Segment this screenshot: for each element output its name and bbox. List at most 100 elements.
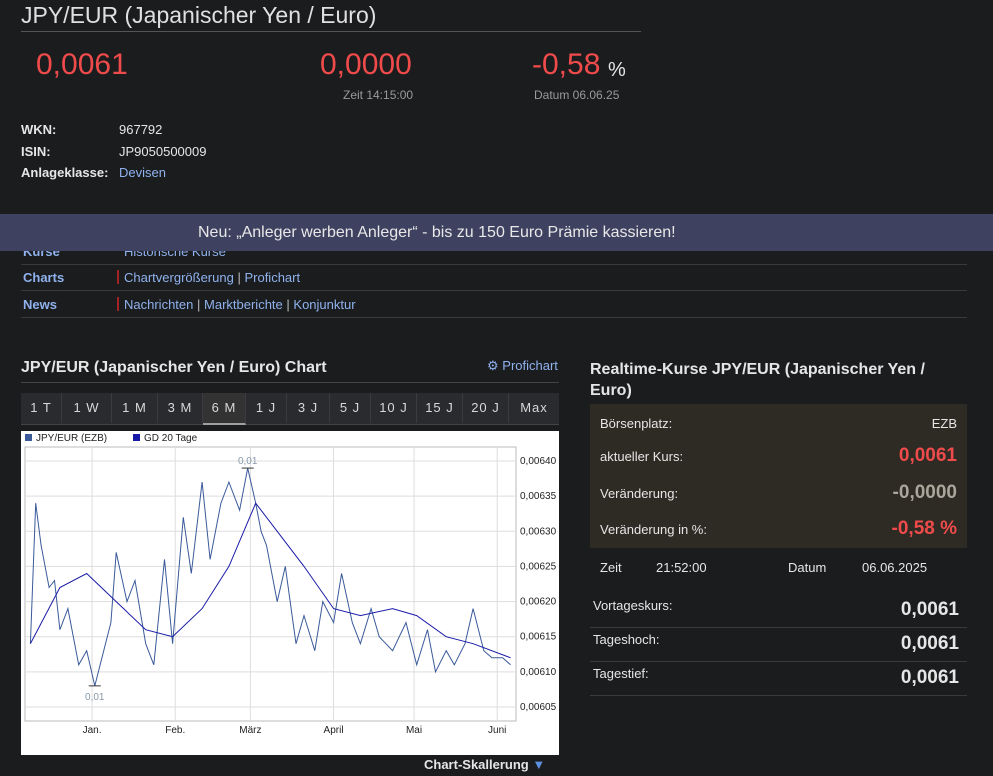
day-high-label: Tageshoch:: [593, 632, 660, 647]
plot-frame: [24, 446, 517, 722]
tab-1j[interactable]: 1 J: [246, 393, 287, 423]
time-label: Zeit 14:15:00: [343, 88, 414, 102]
realtime-row-price: aktueller Kurs: 0,0061: [600, 445, 957, 466]
chart-scaling-label: Chart-Skallerung: [424, 757, 529, 772]
tab-max[interactable]: Max: [509, 393, 559, 423]
chart-title-divider: [21, 382, 559, 383]
tab-20j[interactable]: 20 J: [463, 393, 509, 423]
y-tick-label: 0,00605: [520, 702, 557, 713]
y-tick-label: 0,00635: [520, 491, 557, 502]
y-tick-label: 0,00630: [520, 526, 557, 537]
realtime-panel: Börsenplatz: EZB aktueller Kurs: 0,0061 …: [590, 404, 967, 548]
title-divider: [21, 31, 641, 32]
y-tick-label: 0,00615: [520, 632, 557, 643]
prev-close-label: Vortageskurs:: [593, 598, 673, 613]
y-tick-label: 0,00625: [520, 561, 557, 572]
realtime-row-exchange: Börsenplatz: EZB: [600, 416, 957, 431]
page-title: JPY/EUR (Japanischer Yen / Euro): [21, 2, 377, 28]
y-tick-label: 0,00640: [520, 456, 557, 467]
zeit-label: Zeit: [600, 560, 622, 575]
nav-label-news[interactable]: News: [23, 297, 57, 312]
nav-marker: [117, 270, 119, 284]
day-low-row: Tagestief: 0,0061: [590, 661, 967, 696]
promo-banner[interactable]: Neu: „Anleger werben Anleger“ - bis zu 1…: [0, 214, 993, 251]
price-chart: 0,00605 0,00610 0,00615 0,00620 0,00625 0,006…: [24, 433, 557, 736]
date-label: Datum 06.06.25: [534, 88, 620, 102]
chart-scaling-toggle[interactable]: Chart-Skallerung ▼: [424, 757, 545, 772]
x-tick-label: Jan.: [83, 725, 102, 736]
tab-5j[interactable]: 5 J: [330, 393, 371, 423]
exchange-label: Börsenplatz:: [600, 416, 673, 431]
triangle-down-icon: ▼: [532, 757, 546, 772]
asset-class-link[interactable]: Devisen: [119, 165, 166, 180]
day-high-value: 0,0061: [900, 633, 959, 654]
nav-row-news: News Nachrichten | Marktberichte | Konju…: [21, 291, 967, 318]
wkn-value: 967792: [119, 122, 163, 137]
market-reports-link[interactable]: Marktberichte: [204, 297, 283, 312]
x-tick-label: Mai: [406, 725, 422, 736]
tab-15j[interactable]: 15 J: [417, 393, 463, 423]
realtime-row-change: Veränderung: -0,0000: [600, 482, 957, 503]
prev-close-row: Vortageskurs: 0,0061: [590, 593, 967, 628]
current-price-label: aktueller Kurs:: [600, 449, 684, 464]
tab-3m[interactable]: 3 M: [158, 393, 203, 423]
change-value-rt: -0,0000: [892, 482, 957, 503]
tab-3j[interactable]: 3 J: [287, 393, 330, 423]
change-pct-value-rt: -0,58 %: [891, 518, 957, 539]
exchange-value: EZB: [931, 416, 957, 431]
gear-icon: ⚙: [487, 358, 499, 373]
chart-title: JPY/EUR (Japanischer Yen / Euro) Chart: [21, 359, 327, 376]
timeframe-tabs: 1 T 1 W 1 M 3 M 6 M 1 J 3 J 5 J 10 J 15 …: [21, 393, 559, 425]
tab-1t[interactable]: 1 T: [21, 393, 62, 423]
separator: |: [286, 297, 290, 312]
tab-10j[interactable]: 10 J: [371, 393, 417, 423]
legend-label: JPY/EUR (EZB): [36, 433, 107, 444]
high-annotation: 0,01: [238, 456, 258, 467]
asset-class-label: Anlageklasse:: [21, 165, 109, 180]
datum-label: Datum: [788, 560, 827, 575]
x-tick-label: Juni: [488, 725, 506, 736]
change-value: 0,0000: [320, 48, 412, 81]
x-tick-label: April: [324, 725, 344, 736]
day-high-row: Tageshoch: 0,0061: [590, 627, 967, 662]
nav-label-charts[interactable]: Charts: [23, 270, 64, 285]
news-link[interactable]: Nachrichten: [124, 297, 193, 312]
price-value: 0,0061: [36, 48, 128, 81]
pct-sign: %: [608, 59, 626, 81]
nav-links-news: Nachrichten | Marktberichte | Konjunktur: [124, 297, 356, 312]
day-low-label: Tagestief:: [593, 666, 649, 681]
profichart-button-label: Profichart: [502, 358, 558, 373]
separator: |: [197, 297, 201, 312]
profichart-link[interactable]: Profichart: [244, 270, 300, 285]
separator: |: [237, 270, 241, 285]
datum-value: 06.06.2025: [862, 560, 928, 575]
nav-marker: [117, 297, 119, 311]
nav-links-charts: Chartvergrößerung | Profichart: [124, 270, 300, 285]
low-annotation: 0,01: [85, 692, 105, 703]
change-label: Veränderung:: [600, 486, 679, 501]
realtime-row-change-pct: Veränderung in %: -0,58 %: [600, 518, 957, 539]
tab-1w[interactable]: 1 W: [62, 393, 112, 423]
legend-label: GD 20 Tage: [144, 433, 198, 444]
y-tick-label: 0,00620: [520, 597, 557, 608]
legend-swatch: [25, 434, 32, 441]
legend-swatch: [133, 434, 140, 441]
x-tick-label: März: [239, 725, 261, 736]
zeit-value: 21:52:00: [656, 560, 707, 575]
tab-6m[interactable]: 6 M: [203, 393, 246, 425]
y-tick-label: 0,00610: [520, 667, 557, 678]
isin-label: ISIN:: [21, 144, 51, 159]
realtime-title: Realtime-Kurse JPY/EUR (Japanischer Yen …: [590, 361, 925, 399]
change-pct-label: Veränderung in %:: [600, 522, 707, 537]
chart-enlarge-link[interactable]: Chartvergrößerung: [124, 270, 234, 285]
chart-area[interactable]: 0,00605 0,00610 0,00615 0,00620 0,00625 0,006…: [21, 431, 559, 755]
prev-close-value: 0,0061: [900, 599, 959, 620]
economy-link[interactable]: Konjunktur: [293, 297, 355, 312]
nav-row-charts: Charts Chartvergrößerung | Profichart: [21, 264, 967, 291]
profichart-button[interactable]: ⚙ Profichart: [487, 358, 558, 374]
tab-1m[interactable]: 1 M: [112, 393, 158, 423]
day-low-value: 0,0061: [900, 667, 959, 688]
wkn-label: WKN:: [21, 122, 57, 137]
current-price-value: 0,0061: [898, 445, 957, 466]
promo-banner-text[interactable]: Neu: „Anleger werben Anleger“ - bis zu 1…: [198, 224, 676, 242]
